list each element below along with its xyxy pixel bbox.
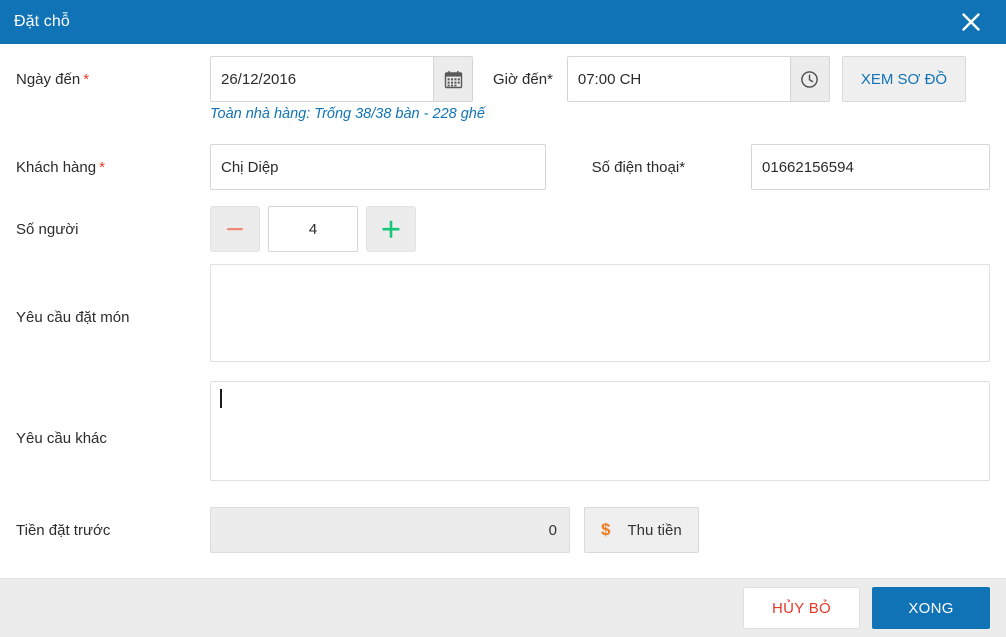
dialog-footer: HỦY BỎ XONG	[0, 578, 1006, 637]
food-request-label-wrap: Yêu cầu đặt món	[16, 264, 210, 370]
arrival-date-input[interactable]	[210, 56, 433, 102]
dialog-titlebar: Đặt chỗ	[0, 0, 1006, 44]
arrival-date-group	[210, 56, 473, 102]
confirm-button[interactable]: XONG	[872, 587, 990, 629]
arrival-time-input[interactable]	[566, 56, 790, 102]
dialog-title: Đặt chỗ	[14, 13, 70, 30]
dollar-icon: $	[601, 520, 611, 539]
phone-label: Số điện thoại*	[592, 159, 685, 176]
food-request-label: Yêu cầu đặt món	[16, 308, 130, 326]
phone-required-mark: *	[679, 158, 686, 176]
people-stepper	[210, 206, 416, 252]
arrival-time-label: Giờ đến*	[493, 71, 553, 88]
arrival-date-label-text: Ngày đến	[16, 70, 81, 88]
plus-icon[interactable]	[366, 206, 416, 252]
view-map-button[interactable]: XEM SƠ ĐỒ	[841, 56, 967, 102]
arrival-row: Ngày đến * 26/12/2016 Giờ đến* 07:00 CH …	[0, 52, 1006, 106]
collect-money-label: Thu tiền	[627, 521, 682, 539]
phone-label-text: Số điện thoại	[591, 158, 680, 176]
arrival-time-group	[566, 56, 830, 102]
availability-status-text: Toàn nhà hàng: Trống 38/38 bàn - 228 ghế	[210, 106, 485, 122]
dialog-body: Ngày đến * 26/12/2016 Giờ đến* 07:00 CH …	[0, 44, 1006, 578]
people-label-text: Số người	[16, 220, 79, 238]
cancel-button[interactable]: HỦY BỎ	[743, 587, 860, 629]
deposit-amount-input[interactable]	[210, 507, 570, 553]
other-request-textarea[interactable]	[210, 381, 990, 481]
customer-label: Khách hàng *	[16, 159, 210, 176]
arrival-time-required-mark: *	[547, 70, 553, 88]
minus-icon[interactable]	[210, 206, 260, 252]
deposit-row: Tiền đặt trước $ Thu tiền	[0, 498, 1006, 562]
calendar-icon[interactable]	[433, 56, 473, 102]
arrival-time-label-text: Giờ đến	[493, 70, 548, 88]
people-row: Số người	[0, 198, 1006, 260]
booking-dialog: Đặt chỗ Ngày đến * 26/12/2016 Giờ đến* 0…	[0, 0, 1006, 637]
availability-row: Toàn nhà hàng: Trống 38/38 bàn - 228 ghế	[0, 106, 1006, 136]
other-request-row: Yêu cầu khác	[0, 381, 1006, 496]
text-caret	[220, 389, 222, 408]
customer-name-input[interactable]	[210, 144, 546, 190]
arrival-date-required-mark: *	[83, 70, 90, 88]
arrival-date-label: Ngày đến *	[16, 71, 210, 88]
food-request-row: Yêu cầu đặt món	[0, 264, 1006, 370]
phone-number-input[interactable]	[751, 144, 990, 190]
other-request-label-wrap: Yêu cầu khác	[16, 381, 210, 496]
customer-required-mark: *	[99, 158, 105, 176]
other-request-label: Yêu cầu khác	[16, 430, 107, 447]
people-label: Số người	[16, 221, 210, 238]
clock-icon[interactable]	[789, 56, 830, 102]
people-count-input[interactable]	[268, 206, 358, 252]
food-request-textarea[interactable]	[210, 264, 990, 362]
collect-money-button[interactable]: $ Thu tiền	[584, 507, 699, 553]
other-request-textarea-wrap	[210, 381, 990, 496]
customer-row: Khách hàng* Số điện thoại*	[0, 136, 1006, 198]
customer-label-text: Khách hàng	[16, 158, 97, 176]
close-icon[interactable]	[954, 5, 988, 39]
deposit-label: Tiền đặt trước	[16, 521, 111, 539]
